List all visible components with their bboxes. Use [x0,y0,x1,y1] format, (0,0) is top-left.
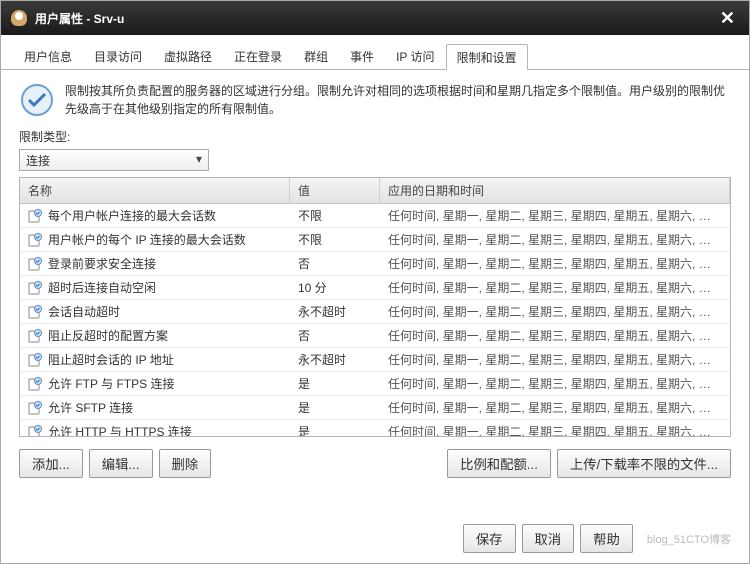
row-time: 任何时间, 星期一, 星期二, 星期三, 星期四, 星期五, 星期六, 星期日 [380,396,730,419]
limit-item-icon [28,305,42,319]
limit-item-icon [28,401,42,415]
save-button[interactable]: 保存 [463,524,516,553]
table-row[interactable]: 每个用户帐户连接的最大会话数 不限任何时间, 星期一, 星期二, 星期三, 星期四… [20,204,730,228]
row-time: 任何时间, 星期一, 星期二, 星期三, 星期四, 星期五, 星期六, 星期日 [380,372,730,395]
limits-icon [19,82,55,118]
limit-item-icon [28,233,42,247]
dialog-footer: 保存 取消 帮助 blog_51CTO博客 [463,524,731,553]
limit-item-icon [28,329,42,343]
tab-0[interactable]: 用户信息 [13,43,83,69]
row-value: 是 [290,420,380,436]
table-row[interactable]: 会话自动超时 永不超时任何时间, 星期一, 星期二, 星期三, 星期四, 星期五,… [20,300,730,324]
limit-item-icon [28,209,42,223]
limit-type-value: 连接 [26,154,50,168]
column-value[interactable]: 值 [290,178,380,203]
row-time: 任何时间, 星期一, 星期二, 星期三, 星期四, 星期五, 星期六, 星期日 [380,300,730,323]
tab-7[interactable]: 限制和设置 [446,44,528,70]
column-time[interactable]: 应用的日期和时间 [380,178,730,203]
user-icon [11,10,27,26]
row-name: 会话自动超时 [48,303,120,320]
limit-item-icon [28,353,42,367]
limits-grid: 名称 值 应用的日期和时间 每个用户帐户连接的最大会话数不限任何时间, 星期一,… [19,177,731,437]
tab-4[interactable]: 群组 [293,43,339,69]
row-name: 阻止反超时的配置方案 [48,327,168,344]
row-time: 任何时间, 星期一, 星期二, 星期三, 星期四, 星期五, 星期六, 星期日 [380,420,730,436]
user-properties-dialog: 用户属性 - Srv-u ✕ 用户信息目录访问虚拟路径正在登录群组事件IP 访问… [0,0,750,564]
row-value: 是 [290,372,380,395]
close-icon[interactable]: ✕ [716,8,739,29]
description-text: 限制按其所负责配置的服务器的区域进行分组。限制允许对相同的选项根据时间和星期几指… [65,82,731,118]
row-value: 永不超时 [290,300,380,323]
table-row[interactable]: 用户帐户的每个 IP 连接的最大会话数 不限任何时间, 星期一, 星期二, 星期三… [20,228,730,252]
limit-item-icon [28,377,42,391]
titlebar: 用户属性 - Srv-u ✕ [1,1,749,35]
row-name: 每个用户帐户连接的最大会话数 [48,207,216,224]
delete-button[interactable]: 删除 [159,449,212,478]
row-time: 任何时间, 星期一, 星期二, 星期三, 星期四, 星期五, 星期六, 星期日 [380,276,730,299]
table-row[interactable]: 允许 FTP 与 FTPS 连接 是任何时间, 星期一, 星期二, 星期三, 星期… [20,372,730,396]
row-name: 登录前要求安全连接 [48,255,156,272]
limit-item-icon [28,425,42,437]
unlimited-files-button[interactable]: 上传/下载率不限的文件... [557,449,731,478]
edit-button[interactable]: 编辑... [89,449,153,478]
row-time: 任何时间, 星期一, 星期二, 星期三, 星期四, 星期五, 星期六, 星期日 [380,204,730,227]
row-time: 任何时间, 星期一, 星期二, 星期三, 星期四, 星期五, 星期六, 星期日 [380,324,730,347]
tabbar: 用户信息目录访问虚拟路径正在登录群组事件IP 访问限制和设置 [1,35,749,70]
tab-1[interactable]: 目录访问 [83,43,153,69]
row-name: 允许 SFTP 连接 [48,399,133,416]
table-row[interactable]: 允许 SFTP 连接 是任何时间, 星期一, 星期二, 星期三, 星期四, 星期五… [20,396,730,420]
limit-item-icon [28,281,42,295]
row-value: 永不超时 [290,348,380,371]
add-button[interactable]: 添加... [19,449,83,478]
row-name: 允许 FTP 与 FTPS 连接 [48,375,174,392]
tab-3[interactable]: 正在登录 [223,43,293,69]
tab-5[interactable]: 事件 [339,43,385,69]
row-value: 不限 [290,228,380,251]
table-row[interactable]: 登录前要求安全连接 否任何时间, 星期一, 星期二, 星期三, 星期四, 星期五,… [20,252,730,276]
dialog-title: 用户属性 - Srv-u [35,10,124,27]
table-row[interactable]: 超时后连接自动空闲 10 分任何时间, 星期一, 星期二, 星期三, 星期四, 星… [20,276,730,300]
table-row[interactable]: 阻止超时会话的 IP 地址 永不超时任何时间, 星期一, 星期二, 星期三, 星期… [20,348,730,372]
row-name: 用户帐户的每个 IP 连接的最大会话数 [48,231,246,248]
row-time: 任何时间, 星期一, 星期二, 星期三, 星期四, 星期五, 星期六, 星期日 [380,348,730,371]
row-time: 任何时间, 星期一, 星期二, 星期三, 星期四, 星期五, 星期六, 星期日 [380,252,730,275]
watermark: blog_51CTO博客 [647,531,731,547]
cancel-button[interactable]: 取消 [522,524,575,553]
row-name: 超时后连接自动空闲 [48,279,156,296]
tab-6[interactable]: IP 访问 [385,43,445,69]
limit-type-dropdown[interactable]: 连接 [19,149,209,171]
row-value: 10 分 [290,276,380,299]
row-time: 任何时间, 星期一, 星期二, 星期三, 星期四, 星期五, 星期六, 星期日 [380,228,730,251]
help-button[interactable]: 帮助 [580,524,633,553]
grid-body[interactable]: 每个用户帐户连接的最大会话数不限任何时间, 星期一, 星期二, 星期三, 星期四… [20,204,730,436]
grid-header: 名称 值 应用的日期和时间 [20,178,730,204]
row-value: 否 [290,324,380,347]
row-value: 否 [290,252,380,275]
row-value: 是 [290,396,380,419]
tab-content: 限制按其所负责配置的服务器的区域进行分组。限制允许对相同的选项根据时间和星期几指… [1,70,749,490]
table-row[interactable]: 阻止反超时的配置方案 否任何时间, 星期一, 星期二, 星期三, 星期四, 星期五… [20,324,730,348]
limit-type-label: 限制类型: [19,128,731,145]
table-row[interactable]: 允许 HTTP 与 HTTPS 连接 是任何时间, 星期一, 星期二, 星期三, … [20,420,730,436]
tab-2[interactable]: 虚拟路径 [153,43,223,69]
row-name: 阻止超时会话的 IP 地址 [48,351,174,368]
ratio-quota-button[interactable]: 比例和配额... [447,449,551,478]
row-name: 允许 HTTP 与 HTTPS 连接 [48,423,192,436]
row-value: 不限 [290,204,380,227]
limit-item-icon [28,257,42,271]
column-name[interactable]: 名称 [20,178,290,203]
